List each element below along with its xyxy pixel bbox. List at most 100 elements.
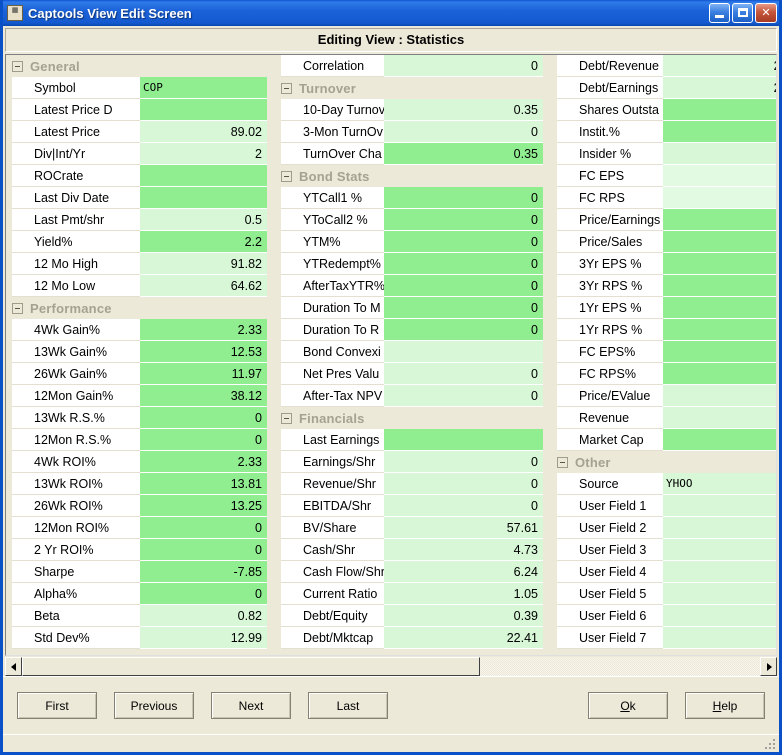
field-value[interactable]: 0 <box>384 209 543 231</box>
field-value[interactable] <box>663 297 777 319</box>
field-value[interactable]: 12.53 <box>140 341 267 363</box>
resize-grip[interactable] <box>765 739 776 750</box>
field-value[interactable]: 0 <box>140 407 267 429</box>
collapse-icon[interactable] <box>12 61 23 72</box>
field-value[interactable]: 0 <box>384 187 543 209</box>
collapse-icon[interactable] <box>281 83 292 94</box>
field-value[interactable]: 11.97 <box>140 363 267 385</box>
field-value[interactable]: -7.85 <box>140 561 267 583</box>
field-value[interactable]: 64.62 <box>140 275 267 297</box>
field-value[interactable]: 0 <box>384 297 543 319</box>
field-value[interactable]: 9. <box>663 143 777 165</box>
field-value[interactable] <box>663 429 777 451</box>
field-value[interactable]: 0.35 <box>384 143 543 165</box>
field-value[interactable]: 1.05 <box>384 583 543 605</box>
field-value[interactable]: 83 <box>663 319 777 341</box>
field-value[interactable]: 0.5 <box>140 209 267 231</box>
group-header[interactable]: General <box>6 55 267 77</box>
field-value[interactable] <box>384 429 543 451</box>
field-value[interactable]: YHOO <box>663 473 777 495</box>
group-header[interactable]: Performance <box>6 297 267 319</box>
field-value[interactable]: 0 <box>140 539 267 561</box>
field-value[interactable]: 0 <box>384 275 543 297</box>
next-button[interactable]: Next <box>211 692 291 719</box>
group-header[interactable]: Turnover <box>275 77 543 99</box>
field-value[interactable]: 22. <box>663 55 777 77</box>
collapse-icon[interactable] <box>12 303 23 314</box>
field-value[interactable]: 0 <box>140 429 267 451</box>
field-value[interactable]: 0 <box>384 451 543 473</box>
field-value[interactable]: 6.24 <box>384 561 543 583</box>
collapse-icon[interactable] <box>557 457 568 468</box>
field-value[interactable]: 0.39 <box>384 605 543 627</box>
field-value[interactable]: 0 <box>384 473 543 495</box>
field-value[interactable]: 2.2 <box>140 231 267 253</box>
field-value[interactable] <box>663 341 777 363</box>
field-value[interactable]: 57.61 <box>384 517 543 539</box>
field-value[interactable] <box>663 363 777 385</box>
help-button[interactable]: Help <box>685 692 765 719</box>
field-value[interactable] <box>663 583 777 605</box>
field-value[interactable]: 0 <box>384 319 543 341</box>
field-value[interactable]: 12.99 <box>140 627 267 649</box>
field-value[interactable]: 22. <box>663 77 777 99</box>
field-value[interactable]: 0 <box>384 253 543 275</box>
field-value[interactable]: 0.35 <box>384 99 543 121</box>
scrollbar-track[interactable] <box>22 657 760 676</box>
minimize-button[interactable] <box>709 3 730 23</box>
previous-button[interactable]: Previous <box>114 692 194 719</box>
maximize-button[interactable] <box>732 3 753 23</box>
field-value[interactable] <box>663 605 777 627</box>
field-value[interactable] <box>663 385 777 407</box>
field-value[interactable]: 0 <box>140 517 267 539</box>
field-value[interactable]: 4.73 <box>384 539 543 561</box>
scroll-left-button[interactable] <box>5 657 22 676</box>
collapse-icon[interactable] <box>281 413 292 424</box>
field-value[interactable] <box>663 517 777 539</box>
field-value[interactable]: 91.82 <box>140 253 267 275</box>
scroll-right-button[interactable] <box>760 657 777 676</box>
field-value[interactable] <box>663 121 777 143</box>
first-button[interactable]: First <box>17 692 97 719</box>
field-value[interactable] <box>140 165 267 187</box>
group-header[interactable]: Bond Stats <box>275 165 543 187</box>
group-header[interactable]: Other <box>551 451 777 473</box>
field-value[interactable]: 0 <box>384 385 543 407</box>
ok-button[interactable]: Ok <box>588 692 668 719</box>
last-button[interactable]: Last <box>308 692 388 719</box>
field-value[interactable] <box>663 209 777 231</box>
collapse-icon[interactable] <box>281 171 292 182</box>
field-value[interactable]: 0 <box>384 363 543 385</box>
field-value[interactable] <box>663 539 777 561</box>
field-value[interactable] <box>384 341 543 363</box>
field-value[interactable] <box>663 275 777 297</box>
field-value[interactable]: 2.33 <box>140 451 267 473</box>
field-value[interactable] <box>663 495 777 517</box>
horizontal-scrollbar[interactable] <box>5 657 777 676</box>
field-value[interactable] <box>663 561 777 583</box>
field-value[interactable]: 0 <box>384 121 543 143</box>
field-value[interactable]: 13.25 <box>140 495 267 517</box>
field-value[interactable] <box>663 99 777 121</box>
field-value[interactable]: 0 <box>384 55 543 77</box>
field-value[interactable]: 2.33 <box>140 319 267 341</box>
field-value[interactable] <box>663 187 777 209</box>
group-header[interactable]: Financials <box>275 407 543 429</box>
field-value[interactable]: 0 <box>384 495 543 517</box>
field-value[interactable]: 0 <box>384 231 543 253</box>
field-value[interactable] <box>140 99 267 121</box>
field-value[interactable] <box>140 187 267 209</box>
field-value[interactable]: 0.82 <box>140 605 267 627</box>
field-value[interactable] <box>663 627 777 649</box>
field-value[interactable]: 0 <box>140 583 267 605</box>
field-value[interactable] <box>663 231 777 253</box>
field-value[interactable]: 89.02 <box>140 121 267 143</box>
field-value[interactable] <box>663 165 777 187</box>
field-value[interactable]: 2 <box>140 143 267 165</box>
field-value[interactable]: 38.12 <box>140 385 267 407</box>
scrollbar-thumb[interactable] <box>22 657 480 676</box>
field-value[interactable]: 22.41 <box>384 627 543 649</box>
field-value[interactable] <box>663 407 777 429</box>
field-value[interactable] <box>663 253 777 275</box>
close-button[interactable]: ✕ <box>755 3 777 23</box>
